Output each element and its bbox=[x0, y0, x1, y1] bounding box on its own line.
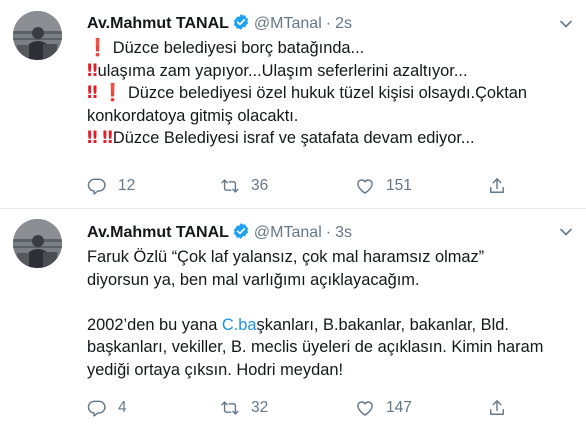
reply-count: 4 bbox=[118, 399, 127, 416]
double-exclamation-emoji-icon: ‼ bbox=[87, 60, 98, 81]
double-exclamation-emoji-icon: ‼ bbox=[102, 128, 113, 148]
retweet-icon bbox=[221, 179, 239, 193]
separator-dot: · bbox=[325, 224, 332, 241]
share-icon bbox=[490, 400, 504, 415]
tweet-text: ❗ Düzce belediyesi borç batağında... ‼ul… bbox=[87, 37, 575, 150]
tweet-text: Faruk Özlü “Çok laf yalansız, çok mal ha… bbox=[87, 246, 575, 381]
tweet-actions: 12 36 151 bbox=[87, 174, 517, 198]
avatar[interactable] bbox=[13, 219, 62, 268]
verified-badge-icon bbox=[233, 14, 249, 30]
retweet-button[interactable]: 32 bbox=[220, 396, 268, 420]
retweet-icon bbox=[221, 401, 239, 415]
author-name[interactable]: Av.Mahmut TANAL bbox=[87, 224, 229, 241]
exclamation-emoji-icon: ❗ bbox=[102, 83, 124, 103]
tweet-line: ❗ Düzce belediyesi borç batağında... bbox=[87, 38, 365, 58]
author-handle[interactable]: @MTanal bbox=[254, 224, 322, 241]
like-button[interactable]: 151 bbox=[355, 174, 412, 198]
tweet-card[interactable]: Av.Mahmut TANAL @MTanal · 2s ❗ Düzce beledi… bbox=[0, 0, 586, 209]
retweet-button[interactable]: 36 bbox=[220, 174, 268, 198]
double-exclamation-emoji-icon: ‼ bbox=[87, 128, 98, 148]
author-handle[interactable]: @MTanal bbox=[254, 15, 322, 32]
like-icon bbox=[357, 401, 373, 416]
share-icon bbox=[490, 178, 504, 193]
hashtag-link[interactable]: C.ba bbox=[222, 316, 257, 334]
reply-icon bbox=[87, 400, 106, 417]
tweet-card[interactable]: Av.Mahmut TANAL @MTanal · 3s Faruk Özlü “Ço… bbox=[0, 210, 586, 431]
tweet-time[interactable]: 2s bbox=[335, 15, 352, 32]
tweet-header: Av.Mahmut TANAL @MTanal · 3s bbox=[87, 222, 352, 244]
tweet-actions: 4 32 147 bbox=[87, 396, 517, 420]
tweet-line: ‼ ❗ Düzce belediyesi özel hukuk tüzel ki… bbox=[87, 83, 528, 103]
retweet-count: 32 bbox=[251, 399, 269, 416]
separator-dot: · bbox=[325, 15, 332, 32]
tweet-line: ‼ ‼Düzce Belediyesi israf ve şatafata de… bbox=[87, 128, 475, 148]
tweet-feed: Av.Mahmut TANAL @MTanal · 2s ❗ Düzce beledi… bbox=[0, 0, 586, 431]
reply-count: 12 bbox=[118, 177, 136, 194]
double-exclamation-emoji-icon: ‼ bbox=[87, 83, 98, 103]
tweet-line: 2002’den bu yana C.başkanları, B.bakanla… bbox=[87, 315, 509, 334]
tweet-line: diyorsun ya, ben mal varlığımı açıklayac… bbox=[87, 270, 420, 289]
tweet-line: yediği ortaya çıksın. Hodri meydan! bbox=[87, 360, 343, 379]
tweet-time[interactable]: 3s bbox=[335, 224, 352, 241]
tweet-line: başkanları, vekiller, B. meclis üyeleri … bbox=[87, 338, 544, 356]
author-name[interactable]: Av.Mahmut TANAL bbox=[87, 15, 229, 32]
share-button[interactable] bbox=[487, 174, 507, 198]
reply-button[interactable]: 12 bbox=[87, 174, 135, 198]
like-icon bbox=[357, 179, 373, 194]
share-button[interactable] bbox=[487, 396, 507, 420]
tweet-line: konkordatoya gitmiş olacaktı. bbox=[87, 106, 299, 125]
like-count: 147 bbox=[386, 399, 412, 416]
caret-down-icon[interactable] bbox=[560, 228, 572, 236]
like-count: 151 bbox=[386, 177, 412, 194]
exclamation-emoji-icon: ❗ bbox=[87, 38, 109, 58]
reply-icon bbox=[87, 178, 106, 195]
tweet-line: ‼ulaşıma zam yapıyor...Ulaşım seferlerin… bbox=[87, 60, 468, 81]
tweet-header: Av.Mahmut TANAL @MTanal · 2s bbox=[87, 13, 352, 35]
reply-button[interactable]: 4 bbox=[87, 396, 127, 420]
verified-badge-icon bbox=[233, 223, 249, 239]
like-button[interactable]: 147 bbox=[355, 396, 412, 420]
tweet-line: Faruk Özlü “Çok laf yalansız, çok mal ha… bbox=[87, 248, 485, 266]
avatar[interactable] bbox=[13, 11, 62, 60]
retweet-count: 36 bbox=[251, 177, 269, 194]
caret-down-icon[interactable] bbox=[560, 20, 572, 28]
